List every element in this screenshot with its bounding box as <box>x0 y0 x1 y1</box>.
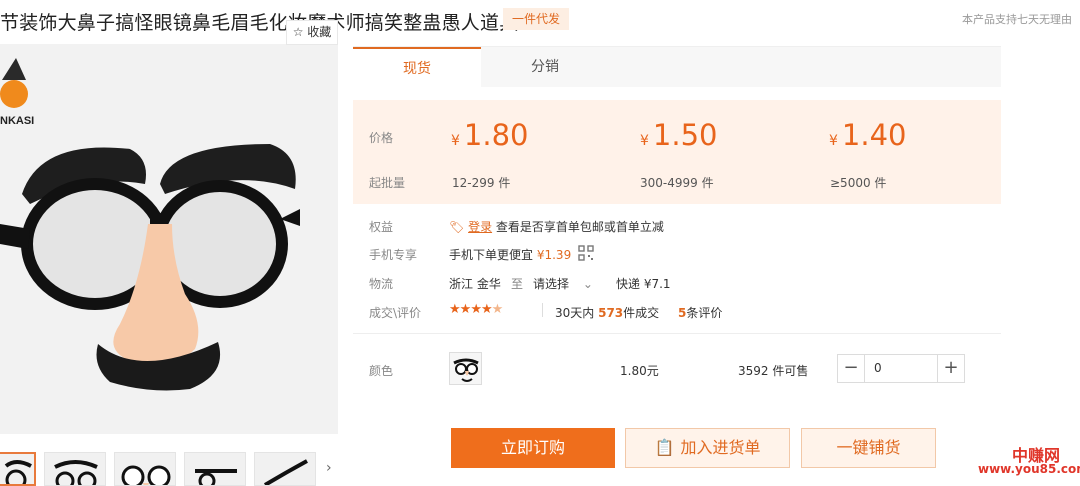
quantity-stepper: − 0 + <box>837 354 965 383</box>
glasses-thumb-icon <box>121 465 171 485</box>
quantity-input[interactable]: 0 <box>874 355 882 382</box>
min-qty-label: 起批量 <box>369 176 406 190</box>
product-main-image[interactable]: NKASI <box>0 44 338 434</box>
glasses-thumb-icon <box>54 460 98 485</box>
destination-select[interactable]: 请选择 ⌄ <box>533 275 593 292</box>
thumbnail-3[interactable] <box>114 452 176 486</box>
mobile-price: ¥1.39 <box>536 248 572 262</box>
review-suffix: 条评价 <box>686 306 723 320</box>
thumbnail-4[interactable] <box>184 452 246 486</box>
return-policy-notice: 本产品支持七天无理由 <box>962 13 1072 26</box>
variant-stock: 3592 件可售 <box>738 364 809 378</box>
divider <box>353 333 1001 334</box>
divider <box>542 303 543 317</box>
glasses-swatch-icon <box>453 358 479 382</box>
star-icon: ★ <box>459 302 472 317</box>
star-rating: ★★★★★ <box>449 302 504 317</box>
favorite-button[interactable]: ☆ 收藏 <box>286 20 338 45</box>
star-icon: ★ <box>470 302 482 317</box>
qty-tier-1: 12-299 件 <box>452 176 511 190</box>
star-icon: ★ <box>480 302 493 317</box>
mobile-label: 手机专享 <box>369 248 418 262</box>
variant-swatch[interactable] <box>449 352 482 385</box>
increment-button[interactable]: + <box>937 355 964 382</box>
sales-count: 573 <box>598 306 624 320</box>
mobile-text: 手机下单更便宜 <box>449 248 534 262</box>
shipping-label: 物流 <box>369 277 394 291</box>
shipping-origin: 浙江 金华 <box>449 277 501 291</box>
buy-now-button[interactable]: 立即订购 <box>451 428 615 468</box>
variant-price: 1.80元 <box>620 364 659 378</box>
reviews-label: 成交\评价 <box>369 306 422 320</box>
favorite-label: 收藏 <box>307 25 332 39</box>
benefits-text: 查看是否享首单包邮或首单立减 <box>495 220 664 234</box>
sales-info[interactable]: 30天内 573件成交 <box>555 304 659 321</box>
price-label: 价格 <box>369 131 394 145</box>
star-icon: ★ <box>449 302 461 317</box>
thumbnail-2[interactable] <box>44 452 106 486</box>
sales-prefix: 30天内 <box>555 306 595 320</box>
color-label: 颜色 <box>369 364 394 378</box>
glasses-thumb-icon <box>4 460 32 484</box>
clipboard-icon: 📋 <box>654 438 675 457</box>
login-link[interactable]: 登录 <box>468 220 492 234</box>
watermark-url: www.you85.com <box>978 462 1080 476</box>
qty-tier-3: ≥5000 件 <box>830 176 887 190</box>
benefits-label: 权益 <box>369 220 394 234</box>
review-info[interactable]: 5条评价 <box>678 304 722 321</box>
price-value: 1.80 <box>463 118 529 152</box>
currency-symbol: ¥ <box>640 133 649 149</box>
thumbnail-5[interactable] <box>254 452 316 486</box>
price-panel: 价格 起批量 ¥1.80 ¥1.50 ¥1.40 12-299 件 300-49… <box>353 100 1001 204</box>
star-outline-icon: ☆ <box>292 25 304 39</box>
tab-distribution[interactable]: 分销 <box>481 47 609 88</box>
one-click-list-button[interactable]: 一键铺货 <box>801 428 936 468</box>
price-tier-1: ¥1.80 <box>451 118 529 152</box>
shipping-fee: 快递 ¥7.1 <box>616 277 671 291</box>
cart-label: 加入进货单 <box>680 438 761 457</box>
price-value: 1.50 <box>652 118 718 152</box>
price-tier-2: ¥1.50 <box>640 118 718 152</box>
shipping-to: 至 <box>511 277 524 291</box>
dropship-badge: 一件代发 <box>503 8 569 30</box>
brand-text: NKASI <box>0 115 34 127</box>
decrement-button[interactable]: − <box>838 355 865 382</box>
benefits-row: 🏷 登录 查看是否享首单包邮或首单立减 <box>449 218 664 235</box>
price-value: 1.40 <box>841 118 907 152</box>
currency-symbol: ¥ <box>451 133 460 149</box>
qty-tier-2: 300-4999 件 <box>640 176 714 190</box>
star-half-icon: ★ <box>491 302 504 317</box>
add-to-purchase-list-button[interactable]: 📋 加入进货单 <box>625 428 790 468</box>
price-tier-3: ¥1.40 <box>829 118 907 152</box>
qr-code-icon[interactable] <box>578 245 594 265</box>
product-title: 节装饰大鼻子搞怪眼镜鼻毛眉毛化妆魔术师搞笑整蛊愚人道具 <box>0 12 519 34</box>
chevron-down-icon: ⌄ <box>582 277 593 291</box>
currency-symbol: ¥ <box>829 133 838 149</box>
mobile-row: 手机下单更便宜 ¥1.39 <box>449 246 571 263</box>
glasses-thumb-icon <box>263 459 308 485</box>
chevron-right-icon[interactable]: › <box>326 460 332 476</box>
thumbnail-1[interactable] <box>0 452 36 486</box>
glasses-thumb-icon <box>195 469 237 485</box>
sale-mode-tabs: 现货 分销 <box>353 46 1001 88</box>
coupon-icon: 🏷 <box>449 220 465 234</box>
sales-suffix: 件成交 <box>623 306 660 320</box>
tab-in-stock[interactable]: 现货 <box>353 47 481 88</box>
destination-value: 请选择 <box>533 277 570 291</box>
glasses-illustration: NKASI <box>0 44 338 434</box>
